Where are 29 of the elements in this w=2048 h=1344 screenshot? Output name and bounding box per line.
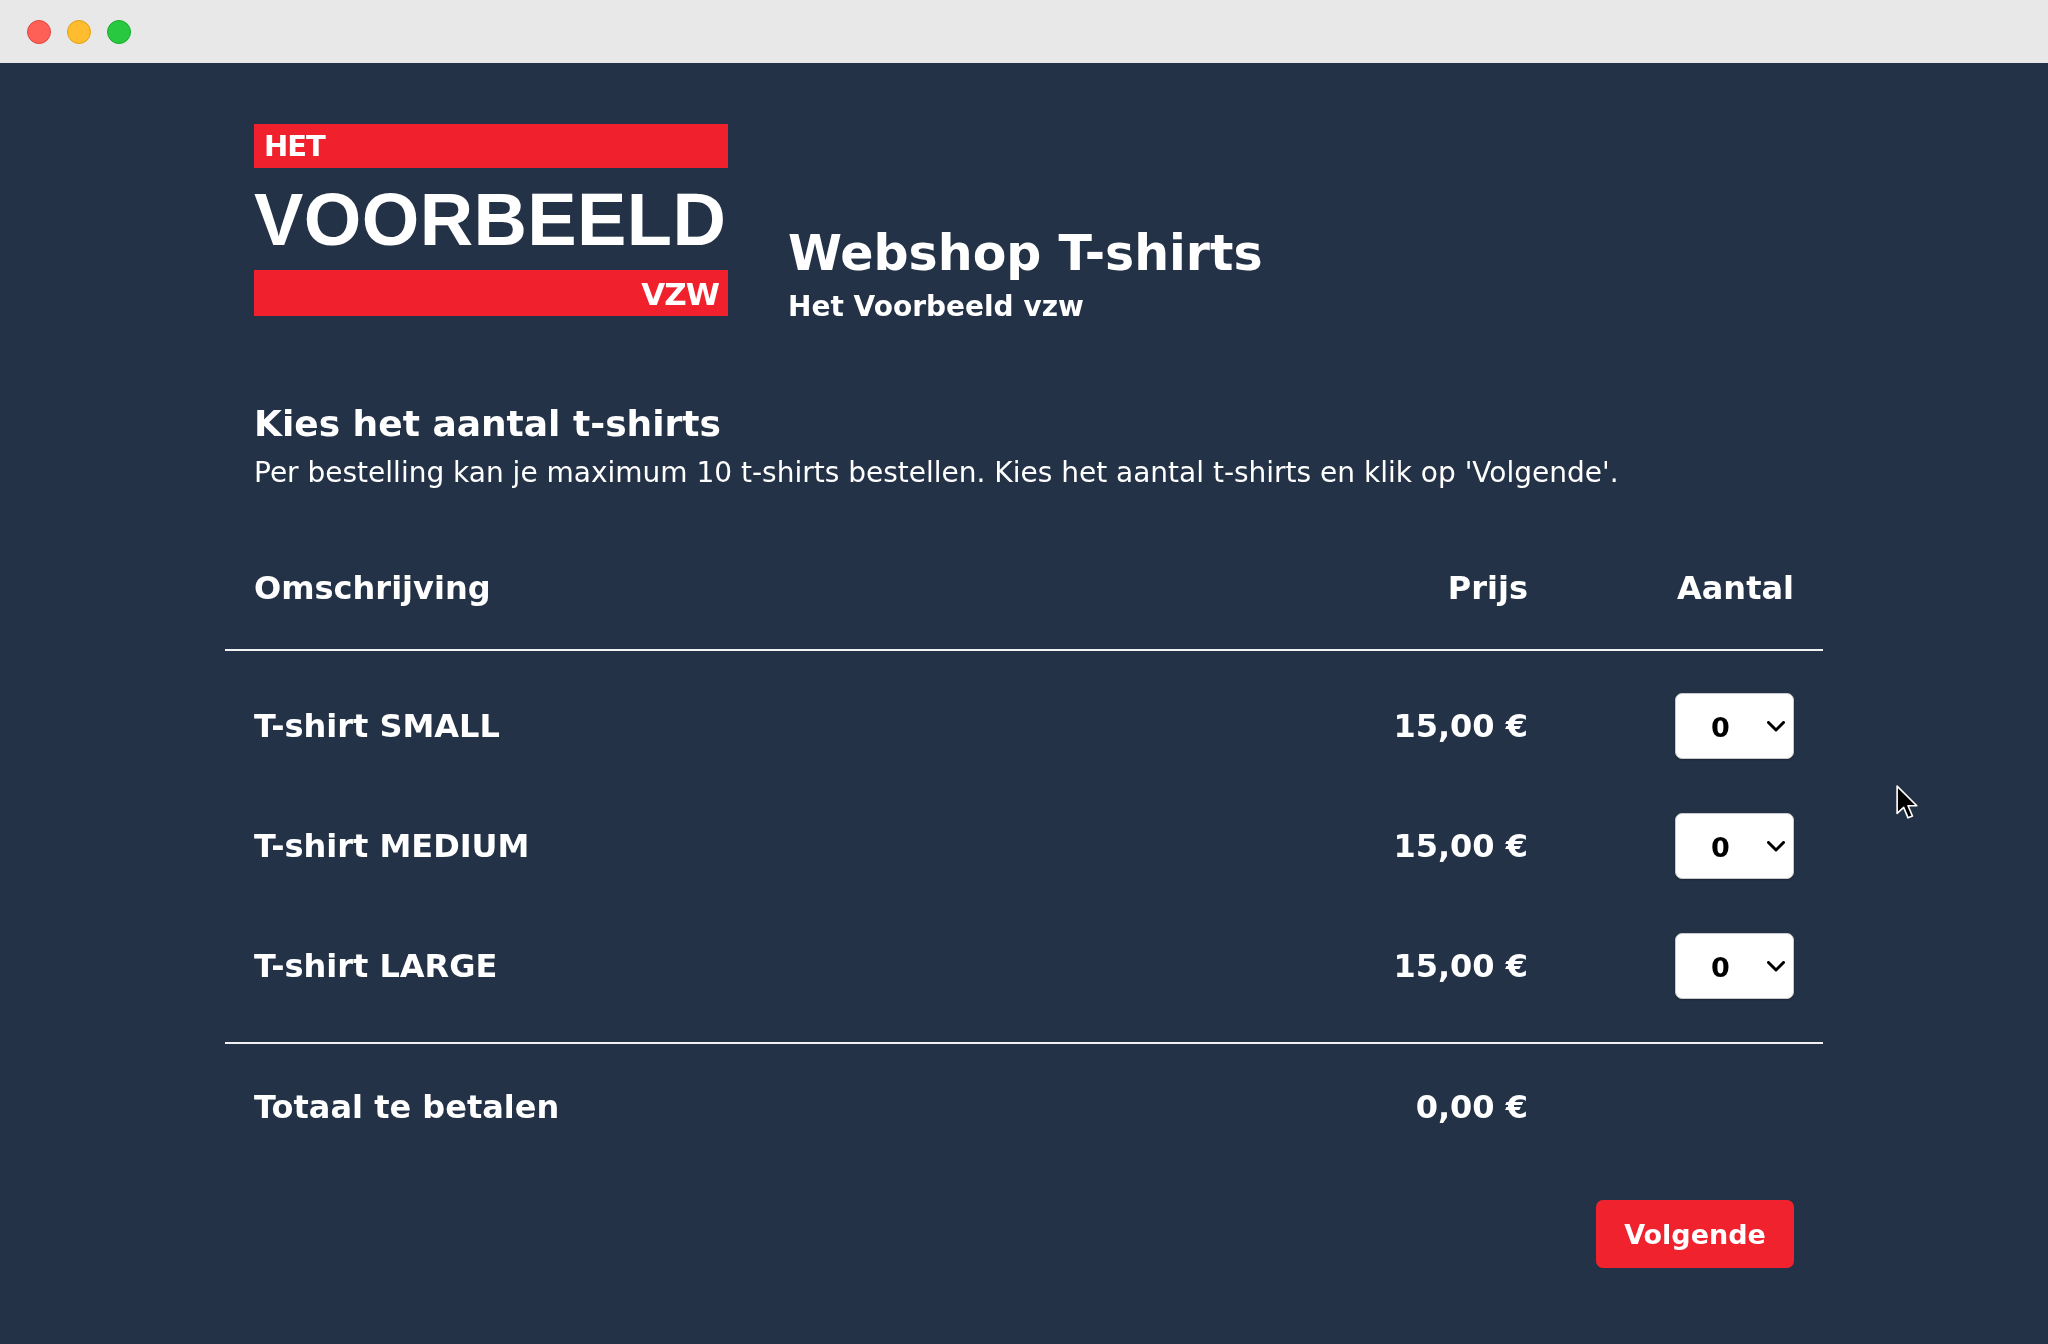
logo-banner: HET [254, 124, 728, 168]
section-heading: Kies het aantal t-shirts [254, 402, 722, 446]
page-subtitle: Het Voorbeeld vzw [788, 289, 1085, 325]
total-label: Totaal te betalen [254, 1087, 561, 1128]
product-name: T-shirt LARGE [254, 946, 499, 987]
column-header: Prijs [1447, 568, 1528, 609]
instruction-text: Per bestelling kan je maximum 10 t-shirts bestellen. Kies het aantal t-shirts en klik op 'Volgende'. [254, 455, 1620, 491]
product-name: T-shirt MEDIUM [254, 826, 531, 867]
product-price: 15,00 € [1393, 706, 1528, 747]
zoom-button[interactable] [107, 19, 131, 44]
product-price: 15,00 € [1393, 946, 1528, 987]
chevron-down-icon [1767, 960, 1785, 972]
chevron-down-icon [1767, 840, 1785, 852]
column-header: Aantal [1676, 568, 1794, 609]
column-header: Omschrijving [254, 568, 492, 609]
mouse-pointer-icon [1896, 785, 1919, 820]
minimize-button[interactable] [67, 19, 91, 44]
product-name: T-shirt SMALL [254, 706, 501, 747]
product-price: 15,00 € [1393, 826, 1528, 867]
chevron-down-icon [1767, 720, 1785, 732]
page-title: Webshop T-shirts [788, 224, 1263, 284]
quantity-select[interactable]: 0 [1675, 813, 1794, 879]
quantity-select[interactable]: 0 [1675, 933, 1794, 999]
quantity-select[interactable]: 0 [1675, 693, 1794, 759]
next-button[interactable]: Volgende [1596, 1200, 1794, 1268]
total-amount: 0,00 € [1415, 1087, 1528, 1128]
logo-wordmark: VOORBEELD [254, 177, 728, 263]
logo-banner: VZW [254, 270, 728, 316]
close-button[interactable] [27, 19, 51, 44]
